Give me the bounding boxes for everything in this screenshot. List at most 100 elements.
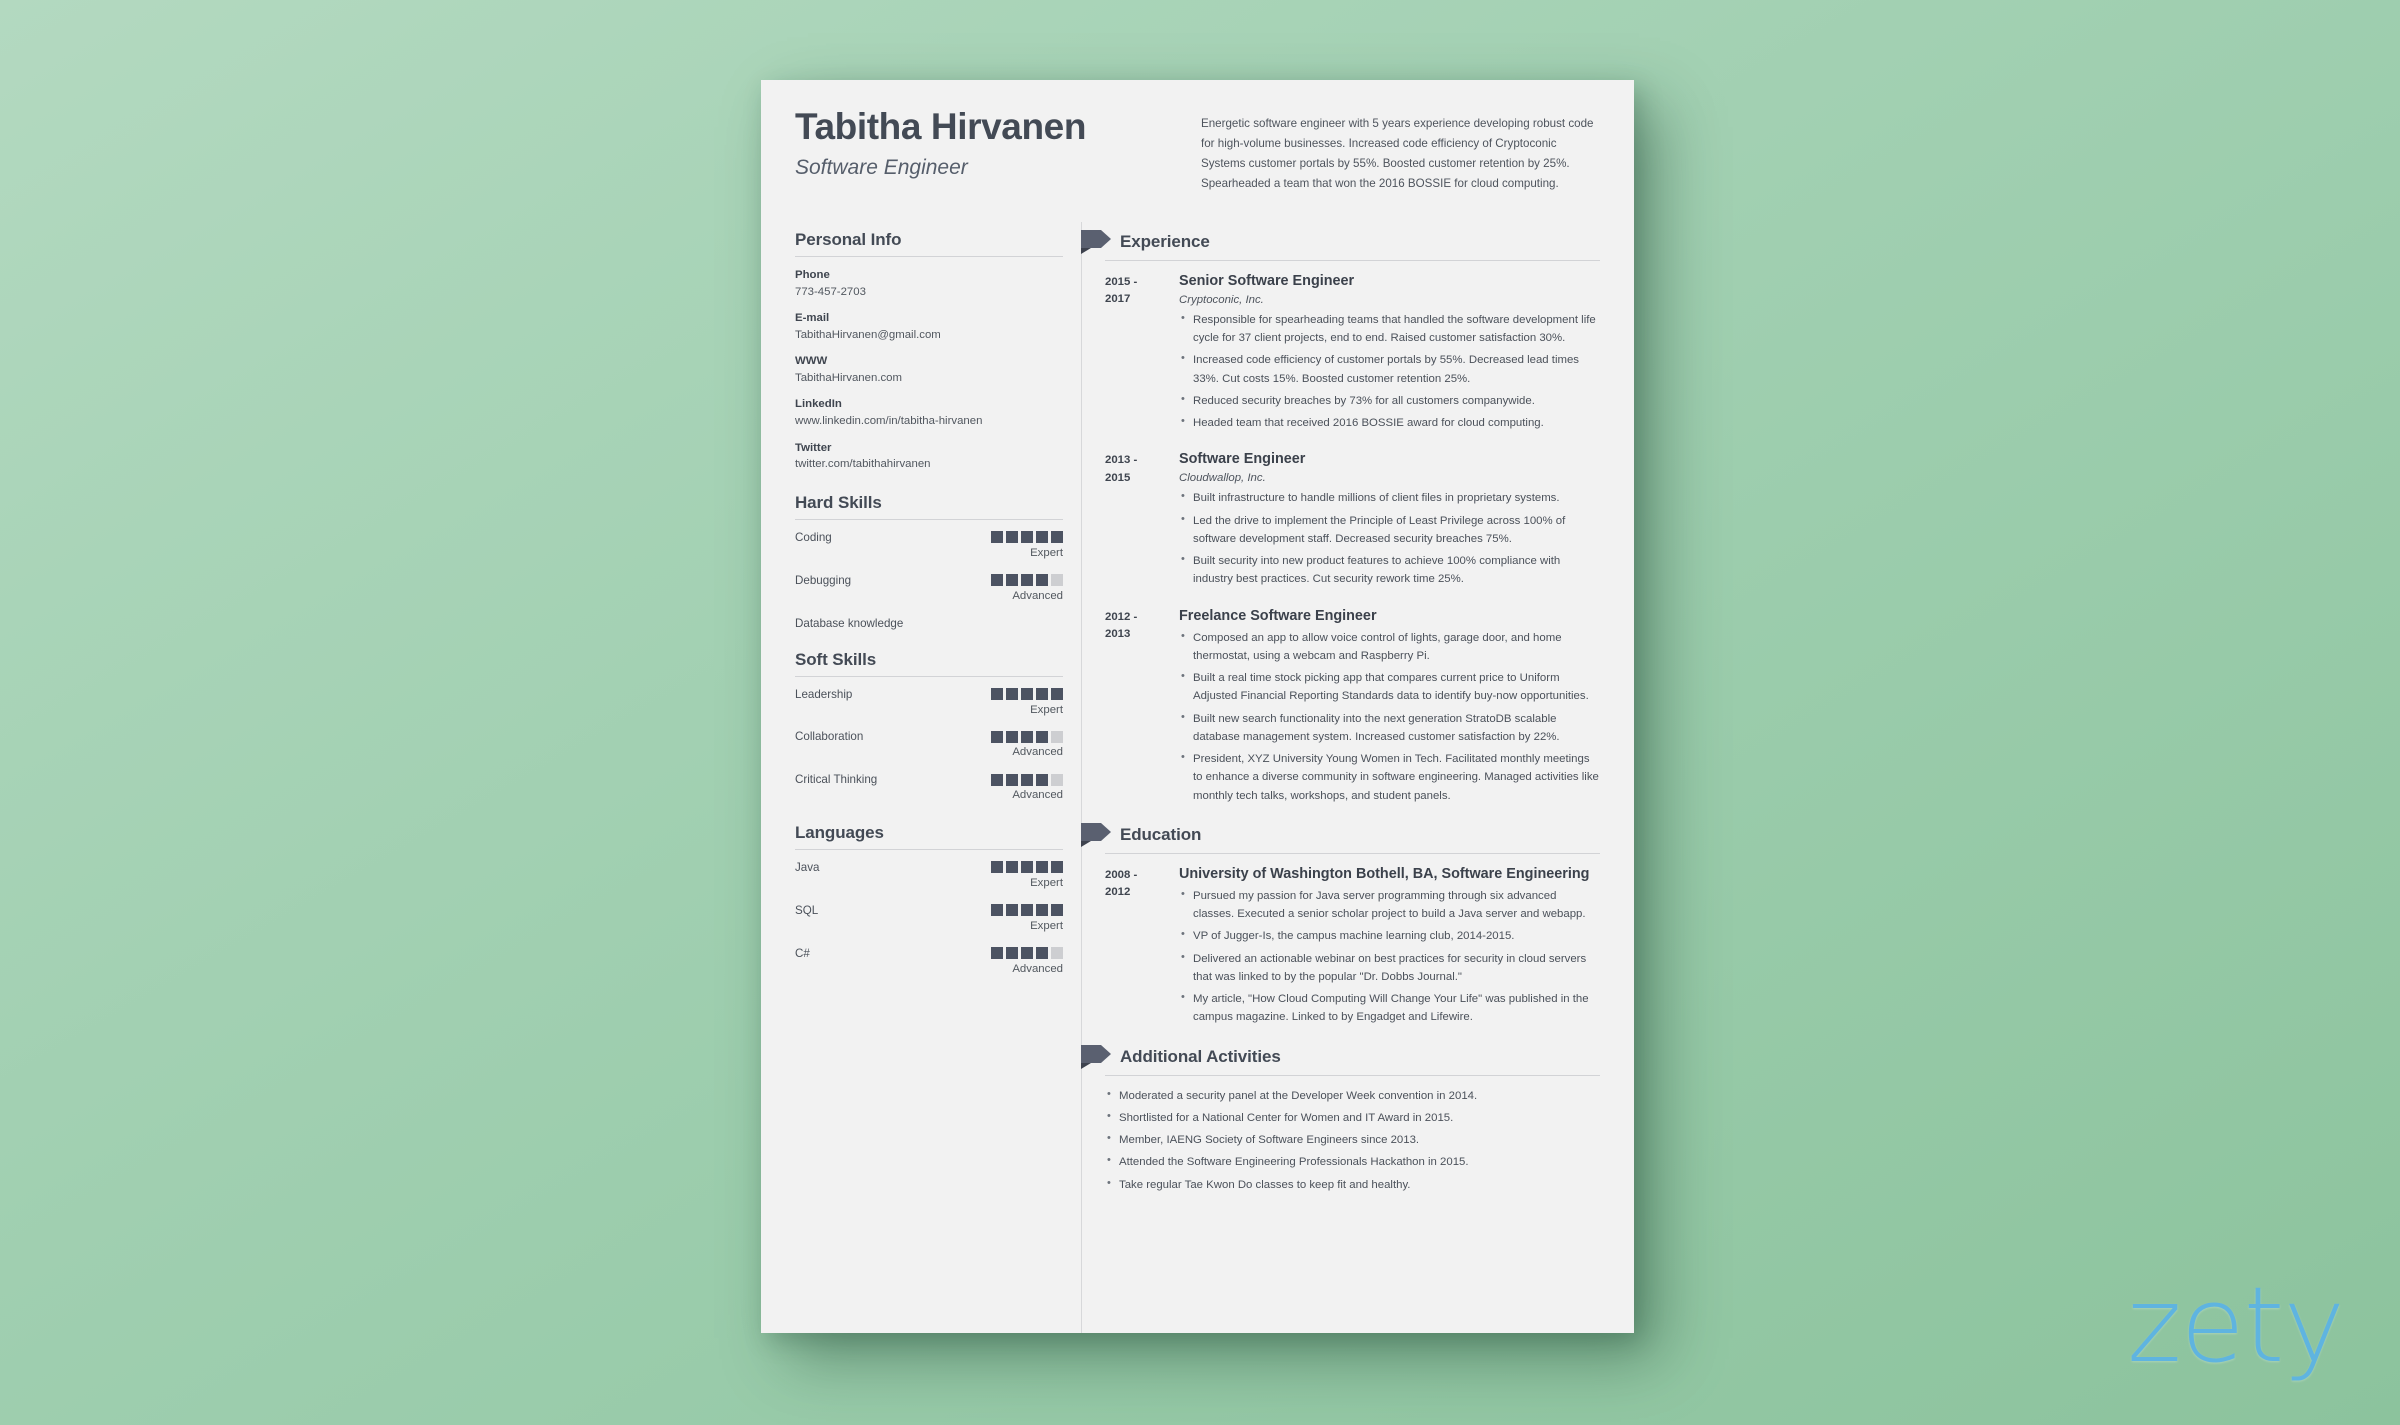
contact-item: LinkedIn www.linkedin.com/in/tabitha-hirv…: [795, 397, 1063, 429]
activities-bullet-list: Moderated a security panel at the Develo…: [1105, 1086, 1600, 1194]
skill-row: Java Expert: [795, 861, 1063, 891]
rating-square-filled: [1051, 688, 1063, 700]
contact-label: Phone: [795, 268, 830, 281]
rating-square-filled: [1036, 904, 1048, 917]
rating-square-empty: [1051, 574, 1063, 587]
skill-name: Collaboration: [795, 730, 864, 744]
bullet-item: Delivered an actionable webinar on best …: [1179, 949, 1600, 987]
skill-rating-squares: [991, 947, 1063, 960]
rating-square-filled: [1006, 688, 1018, 700]
skill-level-label: Advanced: [1012, 789, 1063, 802]
section-hard-skills: Hard Skills Coding Expert Debugging Advance…: [795, 493, 1063, 630]
timeline-entry: 2008 -2012 University of Washington Bothe…: [1105, 865, 1600, 1031]
bullet-item: Built security into new product features…: [1179, 551, 1600, 589]
rating-square-filled: [991, 574, 1003, 587]
rating-square-filled: [991, 861, 1003, 874]
resume-header: Tabitha Hirvanen Software Engineer Energ…: [761, 80, 1634, 194]
rating-square-filled: [1021, 688, 1033, 700]
section-personal-info: Personal Info Phone 773-457-2703 E-mail Tab…: [795, 230, 1063, 473]
entry-company: Cloudwallop, Inc.: [1179, 472, 1266, 485]
skill-row: Database knowledge: [795, 617, 1063, 630]
bullet-item: Moderated a security panel at the Develo…: [1105, 1086, 1600, 1105]
skill-rating-squares: [991, 574, 1063, 587]
skill-row: Collaboration Advanced: [795, 730, 1063, 760]
rating-square-filled: [1006, 947, 1018, 960]
skill-name: SQL: [795, 903, 819, 917]
contact-value[interactable]: TabithaHirvanen.com: [795, 371, 1063, 386]
contact-item: WWW TabithaHirvanen.com: [795, 354, 1063, 386]
rating-square-filled: [1006, 730, 1018, 743]
entry-bullet-list: Built infrastructure to handle millions …: [1179, 488, 1600, 589]
skill-level-label: Expert: [1030, 546, 1063, 559]
bullet-item: Pursued my passion for Java server progr…: [1179, 886, 1600, 924]
section-languages: Languages Java Expert SQL Expert C# Advanced: [795, 823, 1063, 976]
divider: [795, 675, 1063, 677]
contact-label: Twitter: [795, 441, 832, 454]
skill-level-label: Advanced: [1012, 589, 1063, 602]
skill-level-label: Expert: [1030, 919, 1063, 932]
section-title-personal-info: Personal Info: [795, 229, 902, 249]
bullet-item: Built a real time stock picking app that…: [1179, 668, 1600, 706]
rating-square-filled: [1036, 531, 1048, 544]
entry-body: Software Engineer Cloudwallop, Inc. Built …: [1167, 450, 1600, 592]
divider: [795, 255, 1063, 257]
rating-square-filled: [991, 531, 1003, 544]
rating-square-filled: [1036, 688, 1048, 700]
bullet-item: Built infrastructure to handle millions …: [1179, 488, 1600, 507]
bullet-item: Shortlisted for a National Center for Wo…: [1105, 1108, 1600, 1127]
professional-summary: Energetic software engineer with 5 years…: [1201, 117, 1594, 190]
bullet-item: Attended the Software Engineering Profes…: [1105, 1152, 1600, 1171]
contact-value[interactable]: 773-457-2703: [795, 285, 1063, 300]
skill-name: Java: [795, 860, 820, 874]
contact-label: E-mail: [795, 311, 830, 324]
section-title-experience: Experience: [1120, 231, 1210, 251]
rating-square-filled: [991, 904, 1003, 917]
entry-dates: 2015 -2017: [1105, 275, 1138, 306]
contact-value[interactable]: www.linkedin.com/in/tabitha-hirvanen: [795, 414, 1063, 429]
rating-square-filled: [991, 947, 1003, 960]
contact-item: Phone 773-457-2703: [795, 268, 1063, 300]
main-content: Experience 2015 -2017 Senior Software Eng…: [1081, 221, 1600, 1333]
skill-name: Critical Thinking: [795, 773, 878, 787]
entry-dates: 2012 -2013: [1105, 610, 1138, 641]
bullet-item: Built new search functionality into the …: [1179, 709, 1600, 747]
rating-square-filled: [1036, 861, 1048, 874]
entry-role: University of Washington Bothell, BA, So…: [1179, 865, 1590, 882]
rating-square-empty: [1051, 730, 1063, 743]
skill-name: Debugging: [795, 573, 852, 587]
entry-body: University of Washington Bothell, BA, So…: [1167, 865, 1600, 1031]
entry-dates: 2013 -2015: [1105, 454, 1138, 484]
skill-row: C# Advanced: [795, 947, 1063, 977]
job-title: Software Engineer: [795, 155, 968, 179]
skill-rating-squares: [991, 688, 1063, 700]
contact-value[interactable]: TabithaHirvanen@gmail.com: [795, 328, 1063, 343]
section-experience: Experience 2015 -2017 Senior Software Eng…: [1081, 229, 1600, 809]
bullet-item: Responsible for spearheading teams that …: [1179, 310, 1600, 348]
bullet-item: Take regular Tae Kwon Do classes to keep…: [1105, 1175, 1600, 1194]
section-title-languages: Languages: [795, 822, 884, 842]
rating-square-filled: [1021, 574, 1033, 587]
rating-square-filled: [991, 773, 1003, 786]
entry-role: Freelance Software Engineer: [1179, 607, 1377, 624]
sidebar: Personal Info Phone 773-457-2703 E-mail Tab…: [795, 230, 1081, 1200]
skill-row: Leadership Expert: [795, 688, 1063, 718]
contact-label: LinkedIn: [795, 398, 842, 411]
entry-body: Senior Software Engineer Cryptoconic, Inc…: [1167, 272, 1600, 437]
rating-square-empty: [1051, 947, 1063, 960]
bullet-item: President, XYZ University Young Women in…: [1179, 749, 1600, 805]
timeline-entry: 2015 -2017 Senior Software Engineer Crypto…: [1105, 272, 1600, 437]
contact-value[interactable]: twitter.com/tabithahirvanen: [795, 457, 1063, 472]
entry-role: Software Engineer: [1179, 451, 1306, 468]
rating-square-filled: [1006, 531, 1018, 544]
skill-rating-squares: [991, 730, 1063, 743]
section-title-education: Education: [1120, 824, 1202, 844]
skill-name: C#: [795, 946, 810, 960]
skill-row: SQL Expert: [795, 904, 1063, 934]
section-education: Education 2008 -2012 University of Washin…: [1081, 822, 1600, 1031]
rating-square-filled: [1036, 947, 1048, 960]
skill-row: Coding Expert: [795, 531, 1063, 561]
rating-square-filled: [1036, 730, 1048, 743]
skill-row: Critical Thinking Advanced: [795, 773, 1063, 803]
bullet-item: Member, IAENG Society of Software Engine…: [1105, 1130, 1600, 1149]
rating-square-filled: [1036, 773, 1048, 786]
